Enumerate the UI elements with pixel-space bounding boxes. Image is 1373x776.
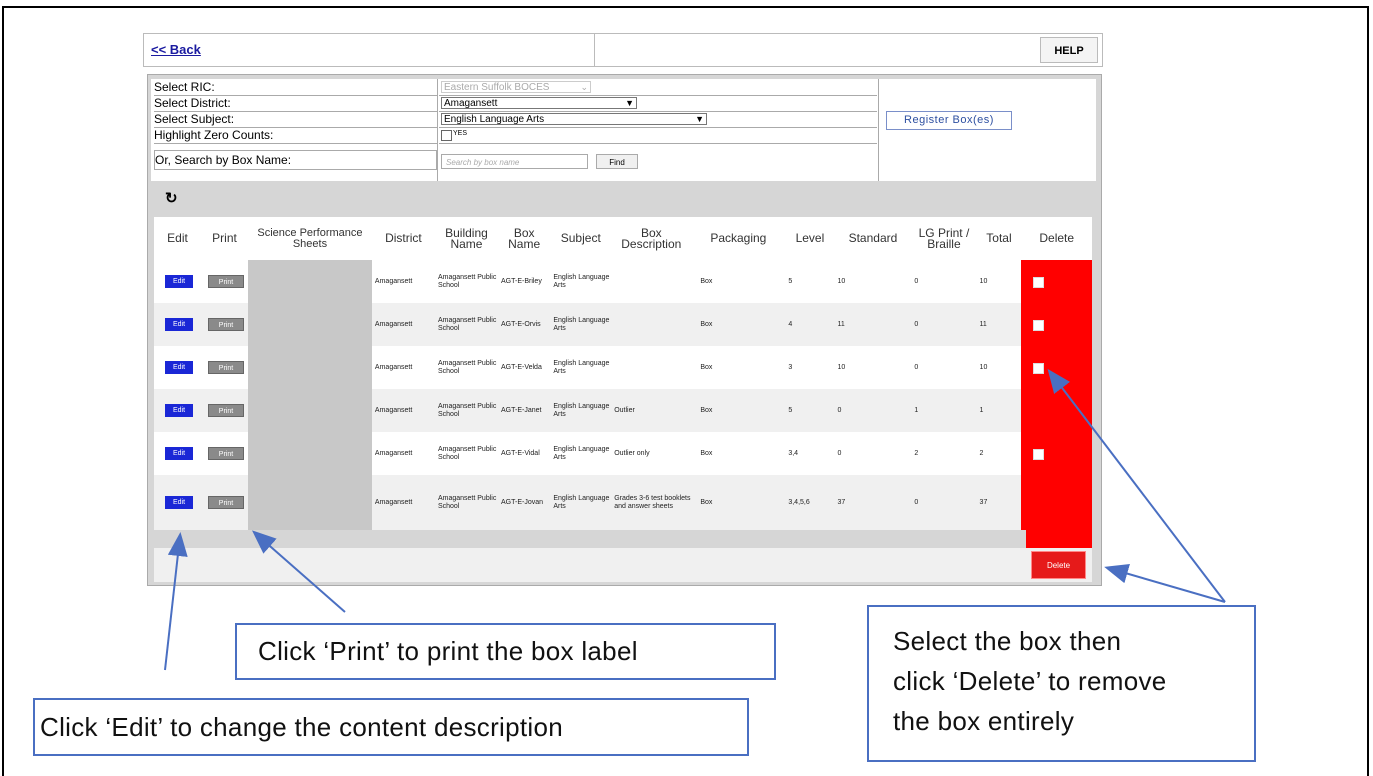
arrow-to-edit <box>164 532 188 671</box>
annotation-arrows <box>164 368 1226 671</box>
arrow-to-delete-button <box>1104 563 1226 603</box>
arrow-to-checkbox <box>1047 368 1226 603</box>
arrow-to-print <box>251 530 346 613</box>
